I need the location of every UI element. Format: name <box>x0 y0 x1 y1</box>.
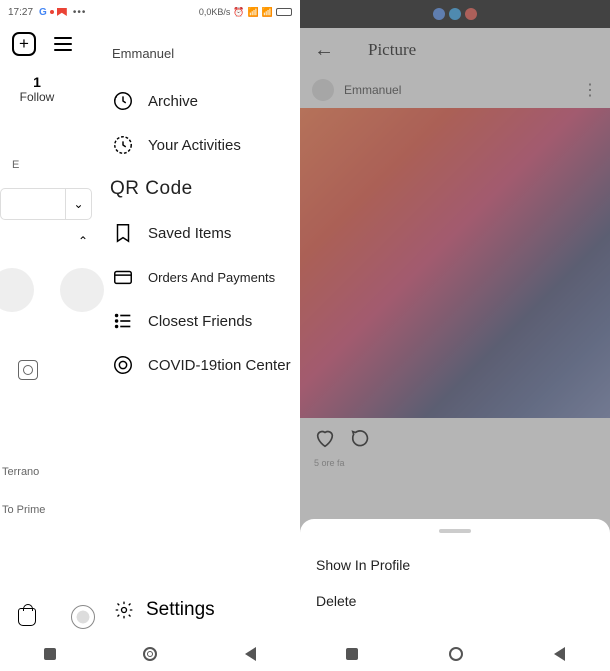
sheet-delete[interactable]: Delete <box>316 583 594 619</box>
back-button[interactable] <box>554 647 565 661</box>
home-button[interactable] <box>143 647 157 661</box>
card-icon <box>112 266 134 288</box>
post-author-row[interactable]: Emmanuel ⋮ <box>300 72 610 108</box>
create-button[interactable]: + <box>12 32 36 56</box>
footer-text: Terrano To Prime <box>2 464 45 519</box>
drawer-username: Emmanuel <box>110 40 300 79</box>
post-image[interactable] <box>300 108 610 418</box>
page-title: Picture <box>368 40 416 60</box>
menu-label: Orders And Payments <box>148 270 275 285</box>
menu-label: Your Activities <box>148 137 241 154</box>
menu-label: Closest Friends <box>148 313 252 330</box>
profile-tab-icon[interactable] <box>71 605 95 629</box>
comment-icon[interactable] <box>350 427 372 449</box>
status-right: 0,0KB/s ⏰ 📶 📶 <box>199 7 292 18</box>
menu-friends[interactable]: Closest Friends <box>110 299 300 343</box>
archive-icon <box>112 90 134 112</box>
status-more-icon: ••• <box>73 7 87 18</box>
home-button[interactable] <box>449 647 463 661</box>
menu-label: COVID-19tion Center <box>148 357 291 374</box>
avatar[interactable] <box>312 79 334 101</box>
bookmark-icon <box>112 222 134 244</box>
chevron-up-icon[interactable]: ⌃ <box>78 234 88 248</box>
recents-button[interactable] <box>44 648 56 660</box>
status-app-icons: G <box>39 7 67 18</box>
android-nav-left <box>0 637 300 671</box>
follow-stat[interactable]: 1 Follow <box>12 74 62 104</box>
bottom-tabs-partial <box>0 597 112 637</box>
chevron-down-icon[interactable]: ⌄ <box>66 188 92 220</box>
menu-archive[interactable]: Archive <box>110 79 300 123</box>
signal-icon: 📶 <box>248 7 259 18</box>
stat-number: 1 <box>12 74 62 90</box>
stat-label: Follow <box>12 90 62 104</box>
menu-button[interactable] <box>54 37 72 51</box>
post-actions <box>300 418 610 458</box>
bottom-sheet: Show In Profile Delete <box>300 519 610 637</box>
battery-icon <box>276 8 292 16</box>
menu-qrcode[interactable]: QR Code <box>110 167 300 211</box>
back-arrow-icon[interactable]: ← <box>314 39 334 62</box>
tagged-tab-icon[interactable] <box>18 360 38 380</box>
clock: 17:27 <box>8 7 33 18</box>
back-button[interactable] <box>245 647 256 661</box>
menu-settings[interactable]: Settings <box>110 591 300 629</box>
sheet-handle[interactable] <box>439 529 471 533</box>
info-badge-icon <box>112 354 134 376</box>
status-bar-right <box>300 0 610 28</box>
post-time: 5 ore fa <box>300 458 610 474</box>
activity-icon <box>112 134 134 156</box>
author-name: Emmanuel <box>344 83 401 97</box>
picture-header: ← Picture <box>300 28 610 72</box>
menu-covid[interactable]: COVID-19tion Center <box>110 343 300 387</box>
menu-saved[interactable]: Saved Items <box>110 211 300 255</box>
shop-icon[interactable] <box>18 608 36 626</box>
sheet-show-in-profile[interactable]: Show In Profile <box>316 547 594 583</box>
gear-icon <box>114 600 134 620</box>
recents-button[interactable] <box>346 648 358 660</box>
list-icon <box>112 310 134 332</box>
dropdown-control[interactable]: ⌄ <box>0 188 92 220</box>
menu-orders[interactable]: Orders And Payments <box>110 255 300 299</box>
side-drawer: Emmanuel Archive Your Activities QR Code… <box>110 40 300 671</box>
like-icon[interactable] <box>314 427 336 449</box>
menu-label: QR Code <box>110 178 193 200</box>
menu-activities[interactable]: Your Activities <box>110 123 300 167</box>
wifi-icon: 📶 <box>262 7 273 18</box>
story-circle[interactable] <box>0 268 34 312</box>
alarm-icon: ⏰ <box>233 7 244 18</box>
status-bar-left: 17:27 G ••• 0,0KB/s ⏰ 📶 📶 <box>0 0 300 24</box>
menu-label: Saved Items <box>148 225 231 242</box>
story-circle[interactable] <box>60 268 104 312</box>
menu-label: Archive <box>148 93 198 110</box>
more-icon[interactable]: ⋮ <box>582 80 598 100</box>
menu-label: Settings <box>146 599 215 621</box>
android-nav-right <box>300 637 610 671</box>
